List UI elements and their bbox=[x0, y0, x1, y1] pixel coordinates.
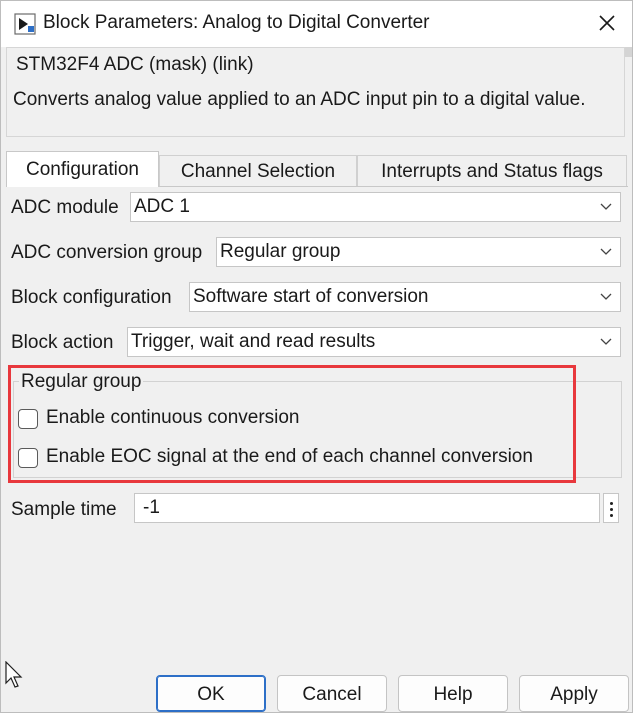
adc-module-select[interactable]: ADC 1 bbox=[130, 192, 621, 222]
close-icon[interactable] bbox=[596, 12, 618, 34]
conversion-group-value: Regular group bbox=[220, 241, 341, 262]
window-title: Block Parameters: Analog to Digital Conv… bbox=[43, 12, 430, 33]
chevron-down-icon bbox=[600, 293, 612, 300]
adc-module-value: ADC 1 bbox=[134, 196, 190, 217]
chevron-down-icon bbox=[600, 338, 612, 345]
block-action-value: Trigger, wait and read results bbox=[131, 331, 376, 352]
description-box: STM32F4 ADC (mask) (link) Converts analo… bbox=[6, 47, 625, 137]
mask-title: STM32F4 ADC (mask) (link) bbox=[16, 54, 254, 75]
eoc-signal-checkbox[interactable] bbox=[18, 448, 38, 468]
cancel-button[interactable]: Cancel bbox=[277, 675, 387, 712]
block-configuration-label: Block configuration bbox=[11, 287, 172, 308]
sample-time-label: Sample time bbox=[11, 499, 117, 520]
ok-button[interactable]: OK bbox=[156, 675, 266, 712]
adc-module-label: ADC module bbox=[11, 197, 119, 218]
scrollbar-thumb[interactable] bbox=[625, 47, 632, 57]
mask-description: Converts analog value applied to an ADC … bbox=[13, 89, 586, 110]
tab-bar: Configuration Channel Selection Interrup… bbox=[6, 151, 628, 187]
chevron-down-icon bbox=[600, 248, 612, 255]
vertical-ellipsis-icon[interactable] bbox=[603, 493, 619, 523]
conversion-group-select[interactable]: Regular group bbox=[216, 237, 621, 267]
tab-channel-selection[interactable]: Channel Selection bbox=[159, 155, 357, 187]
continuous-conversion-label: Enable continuous conversion bbox=[46, 407, 300, 428]
block-configuration-select[interactable]: Software start of conversion bbox=[189, 282, 621, 312]
block-configuration-value: Software start of conversion bbox=[193, 286, 429, 307]
block-parameters-dialog: Block Parameters: Analog to Digital Conv… bbox=[0, 0, 633, 713]
sample-time-input[interactable]: -1 bbox=[134, 493, 600, 523]
title-bar[interactable]: Block Parameters: Analog to Digital Conv… bbox=[1, 1, 632, 47]
block-action-select[interactable]: Trigger, wait and read results bbox=[127, 327, 621, 357]
eoc-signal-label: Enable EOC signal at the end of each cha… bbox=[46, 446, 533, 467]
tab-interrupts-status-flags[interactable]: Interrupts and Status flags bbox=[357, 155, 627, 187]
tab-configuration[interactable]: Configuration bbox=[6, 151, 159, 187]
help-button[interactable]: Help bbox=[398, 675, 508, 712]
conversion-group-label: ADC conversion group bbox=[11, 242, 203, 263]
block-action-label: Block action bbox=[11, 332, 114, 353]
regular-group-title: Regular group bbox=[19, 371, 144, 393]
chevron-down-icon bbox=[600, 203, 612, 210]
mouse-pointer-icon bbox=[5, 661, 23, 688]
apply-button[interactable]: Apply bbox=[519, 675, 629, 712]
simulink-block-icon bbox=[14, 13, 36, 35]
continuous-conversion-checkbox[interactable] bbox=[18, 409, 38, 429]
